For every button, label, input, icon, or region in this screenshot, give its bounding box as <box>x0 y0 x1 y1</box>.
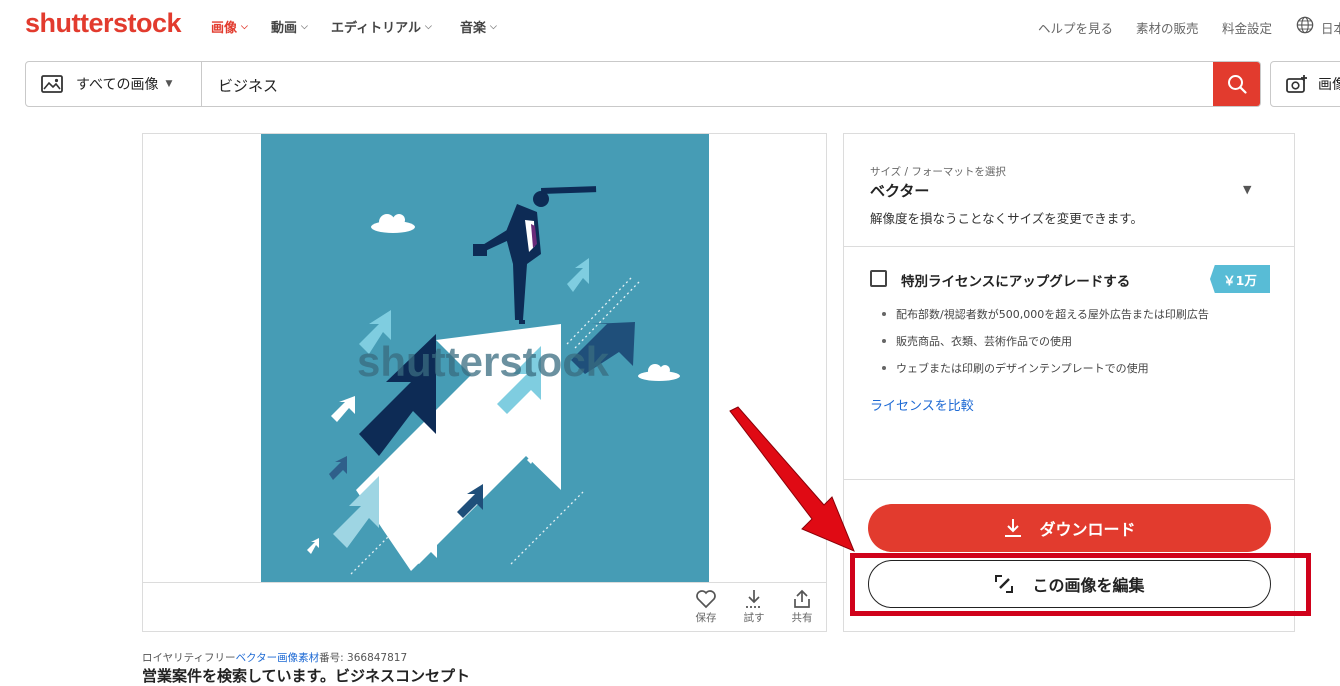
download-icon <box>746 590 762 608</box>
price-tag: ￥1万 <box>1210 265 1270 293</box>
pricing-link[interactable]: 料金設定 <box>1222 18 1272 37</box>
share-label: 共有 <box>791 612 813 624</box>
search-scope-dropdown[interactable]: すべての画像 ▼ <box>26 62 202 106</box>
watermark-text: shutterstock <box>357 338 610 385</box>
help-link[interactable]: ヘルプを見る <box>1038 18 1113 37</box>
image-preview-panel: shutterstock 保存 試す 共有 <box>142 133 827 632</box>
reverse-search-label: 画像 <box>1318 77 1340 93</box>
save-label: 保存 <box>695 612 717 624</box>
search-button[interactable] <box>1213 62 1260 106</box>
upgrade-checkbox[interactable] <box>870 270 887 287</box>
caret-down-icon: ▼ <box>1243 183 1252 196</box>
list-item: 配布部数/視認者数が500,000を超える屋外広告または印刷広告 <box>882 306 1209 333</box>
nav-video-label: 動画 <box>271 21 298 36</box>
format-value: ベクター <box>870 182 930 200</box>
caret-down-icon: ▼ <box>165 79 173 89</box>
annotation-highlight-box <box>850 553 1311 616</box>
nav-music[interactable]: 音楽 ⌵ <box>460 17 497 36</box>
chevron-down-icon: ⌵ <box>490 21 497 32</box>
top-header: shutterstock 画像 ⌵ 動画 ⌵ エディトリアル ⌵ 音楽 ⌵ ヘル… <box>0 0 1340 52</box>
search-input[interactable]: ビジネス <box>218 75 278 96</box>
try-label: 試す <box>743 612 765 624</box>
share-button[interactable]: 共有 <box>787 589 817 625</box>
sell-content-link[interactable]: 素材の販売 <box>1136 18 1199 37</box>
list-item: ウェブまたは印刷のデザインテンプレートでの使用 <box>882 360 1209 387</box>
upgrade-license-label[interactable]: 特別ライセンスにアップグレードする <box>901 270 1130 290</box>
save-button[interactable]: 保存 <box>691 589 721 625</box>
vector-category-link[interactable]: ベクター画像素材 <box>236 652 320 664</box>
image-id: 番号: 366847817 <box>319 652 408 664</box>
search-bar: すべての画像 ▼ ビジネス <box>25 61 1261 107</box>
reverse-image-search-button[interactable]: 画像 <box>1270 61 1340 107</box>
nav-music-label: 音楽 <box>460 21 487 36</box>
divider <box>844 479 1294 480</box>
download-button[interactable]: ダウンロード <box>868 504 1271 552</box>
format-caption: サイズ / フォーマットを選択 <box>870 166 1006 178</box>
search-scope-label: すべての画像 <box>76 77 159 93</box>
shutterstock-logo[interactable]: shutterstock <box>25 8 182 39</box>
chevron-down-icon: ⌵ <box>301 21 308 32</box>
business-illustration[interactable]: shutterstock <box>261 134 709 582</box>
nav-video[interactable]: 動画 ⌵ <box>271 17 308 36</box>
list-item: 販売商品、衣類、芸術作品での使用 <box>882 333 1209 360</box>
download-label: ダウンロード <box>1039 520 1136 539</box>
globe-icon[interactable] <box>1296 16 1314 34</box>
search-icon <box>1227 75 1247 94</box>
camera-plus-icon <box>1286 75 1307 93</box>
language-selector[interactable]: 日本 <box>1321 18 1340 37</box>
chevron-down-icon: ⌵ <box>241 21 248 32</box>
nav-images[interactable]: 画像 ⌵ <box>211 17 248 36</box>
heart-icon <box>696 590 716 609</box>
meta-prefix: ロイヤリティフリー <box>142 652 236 664</box>
image-actions-bar: 保存 試す 共有 <box>143 582 826 632</box>
format-description: 解像度を損なうことなくサイズを変更できます。 <box>870 211 1144 226</box>
image-icon <box>41 75 63 93</box>
chevron-down-icon: ⌵ <box>424 21 432 32</box>
nav-editorial-label: エディトリアル <box>331 21 421 36</box>
nav-editorial[interactable]: エディトリアル ⌵ <box>331 17 432 36</box>
nav-images-label: 画像 <box>211 21 238 36</box>
annotation-arrow-icon <box>729 406 855 552</box>
image-meta: ロイヤリティフリーベクター画像素材番号: 366847817 <box>142 650 407 665</box>
divider <box>844 246 1294 247</box>
license-benefits-list: 配布部数/視認者数が500,000を超える屋外広告または印刷広告 販売商品、衣類… <box>882 306 1209 387</box>
compare-licenses-link[interactable]: ライセンスを比較 <box>870 395 974 414</box>
share-icon <box>794 589 810 608</box>
try-button[interactable]: 試す <box>739 589 769 625</box>
download-icon <box>1005 519 1022 537</box>
